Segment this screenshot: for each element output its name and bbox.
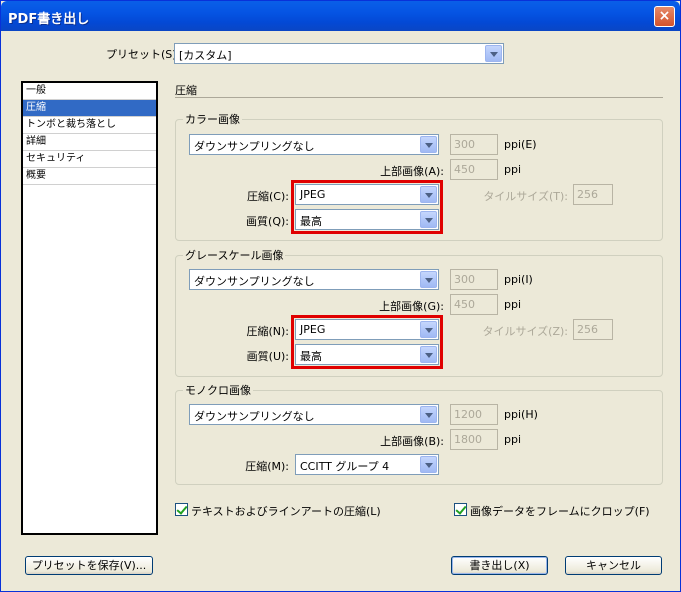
preset-label: プリセット(S): bbox=[106, 48, 181, 61]
color-above-label: 上部画像(A): bbox=[380, 165, 444, 178]
chevron-down-icon[interactable] bbox=[420, 406, 437, 423]
mono-ppi-field[interactable]: 1200 bbox=[450, 404, 498, 425]
sidebar-item-security[interactable]: セキュリティ bbox=[23, 151, 156, 168]
color-ppi-label: ppi(E) bbox=[504, 138, 537, 151]
mono-downsample-value: ダウンサンプリングなし bbox=[194, 410, 315, 423]
mono-compression-label: 圧縮(M): bbox=[245, 460, 289, 473]
sidebar-item-summary[interactable]: 概要 bbox=[23, 168, 156, 185]
mono-above-label: 上部画像(B): bbox=[380, 435, 444, 448]
gray-quality-label: 画質(U): bbox=[246, 350, 289, 363]
preset-select[interactable]: [カスタム] bbox=[174, 43, 504, 64]
gray-image-title: グレースケール画像 bbox=[183, 247, 286, 263]
pdf-export-dialog: PDF書き出し × プリセット(S): [カスタム] 一般 圧縮 トンボと裁ち落… bbox=[0, 0, 681, 592]
gray-ppi-label: ppi(I) bbox=[504, 273, 533, 286]
gray-compression-select[interactable]: JPEG bbox=[295, 319, 439, 340]
gray-ppi-field[interactable]: 300 bbox=[450, 269, 498, 290]
chevron-down-icon[interactable] bbox=[420, 321, 437, 338]
color-tile-label: タイルサイズ(T): bbox=[483, 190, 568, 203]
gray-quality-value: 最高 bbox=[300, 350, 322, 363]
gray-downsample-select[interactable]: ダウンサンプリングなし bbox=[189, 269, 439, 290]
color-downsample-select[interactable]: ダウンサンプリングなし bbox=[189, 134, 439, 155]
chevron-down-icon[interactable] bbox=[420, 456, 437, 473]
mono-image-title: モノクロ画像 bbox=[183, 382, 253, 398]
section-title: 圧縮 bbox=[175, 84, 197, 97]
sidebar-item-compression[interactable]: 圧縮 bbox=[23, 100, 156, 117]
gray-ppi-value: 300 bbox=[454, 273, 475, 286]
gray-tile-value: 256 bbox=[577, 323, 598, 336]
category-list[interactable]: 一般 圧縮 トンボと裁ち落とし 詳細 セキュリティ 概要 bbox=[21, 81, 158, 535]
sidebar-item-advanced[interactable]: 詳細 bbox=[23, 134, 156, 151]
color-image-title: カラー画像 bbox=[183, 111, 242, 127]
chevron-down-icon[interactable] bbox=[420, 186, 437, 203]
mono-compression-value: CCITT グループ 4 bbox=[300, 460, 390, 473]
sidebar-item-marks-bleeds[interactable]: トンボと裁ち落とし bbox=[23, 117, 156, 134]
gray-tile-label: タイルサイズ(Z): bbox=[482, 325, 569, 338]
mono-above-value: 1800 bbox=[454, 433, 482, 446]
chevron-down-icon[interactable] bbox=[420, 211, 437, 228]
gray-compression-label: 圧縮(N): bbox=[246, 325, 289, 338]
crop-frame-checkbox[interactable] bbox=[454, 503, 467, 516]
preset-value: [カスタム] bbox=[179, 49, 232, 62]
section-divider bbox=[175, 97, 663, 98]
gray-above-unit: ppi bbox=[504, 298, 522, 311]
color-quality-select[interactable]: 最高 bbox=[295, 209, 439, 230]
color-tile-field[interactable]: 256 bbox=[573, 184, 613, 205]
color-compression-select[interactable]: JPEG bbox=[295, 184, 439, 205]
mono-above-field[interactable]: 1800 bbox=[450, 429, 498, 450]
gray-downsample-value: ダウンサンプリングなし bbox=[194, 275, 315, 288]
gray-above-field[interactable]: 450 bbox=[450, 294, 498, 315]
gray-tile-field[interactable]: 256 bbox=[573, 319, 613, 340]
text-lineart-label: テキストおよびラインアートの圧縮(L) bbox=[191, 505, 381, 518]
color-quality-label: 画質(Q): bbox=[246, 215, 289, 228]
color-above-value: 450 bbox=[454, 163, 475, 176]
window-title: PDF書き出し bbox=[8, 12, 90, 27]
crop-frame-label: 画像データをフレームにクロップ(F) bbox=[470, 505, 650, 518]
cancel-button[interactable]: キャンセル bbox=[565, 556, 662, 575]
chevron-down-icon[interactable] bbox=[420, 136, 437, 153]
chevron-down-icon[interactable] bbox=[420, 271, 437, 288]
color-above-field[interactable]: 450 bbox=[450, 159, 498, 180]
mono-downsample-select[interactable]: ダウンサンプリングなし bbox=[189, 404, 439, 425]
color-ppi-field[interactable]: 300 bbox=[450, 134, 498, 155]
color-quality-value: 最高 bbox=[300, 215, 322, 228]
color-above-unit: ppi bbox=[504, 163, 522, 176]
chevron-down-icon[interactable] bbox=[485, 45, 502, 62]
mono-above-unit: ppi bbox=[504, 433, 522, 446]
chevron-down-icon[interactable] bbox=[420, 346, 437, 363]
export-button[interactable]: 書き出し(X) bbox=[451, 556, 548, 575]
title-bar[interactable]: PDF書き出し × bbox=[1, 1, 680, 31]
color-compression-value: JPEG bbox=[300, 188, 326, 201]
color-compression-label: 圧縮(C): bbox=[247, 190, 289, 203]
save-preset-button[interactable]: プリセットを保存(V)... bbox=[25, 556, 153, 575]
sidebar-item-general[interactable]: 一般 bbox=[23, 83, 156, 100]
gray-above-value: 450 bbox=[454, 298, 475, 311]
gray-quality-select[interactable]: 最高 bbox=[295, 344, 439, 365]
gray-compression-value: JPEG bbox=[300, 323, 326, 336]
gray-above-label: 上部画像(G): bbox=[379, 300, 444, 313]
color-ppi-value: 300 bbox=[454, 138, 475, 151]
mono-ppi-label: ppi(H) bbox=[504, 408, 538, 421]
color-downsample-value: ダウンサンプリングなし bbox=[194, 140, 315, 153]
color-tile-value: 256 bbox=[577, 188, 598, 201]
close-icon[interactable]: × bbox=[654, 6, 675, 27]
text-lineart-checkbox[interactable] bbox=[175, 503, 188, 516]
mono-ppi-value: 1200 bbox=[454, 408, 482, 421]
mono-compression-select[interactable]: CCITT グループ 4 bbox=[295, 454, 439, 475]
